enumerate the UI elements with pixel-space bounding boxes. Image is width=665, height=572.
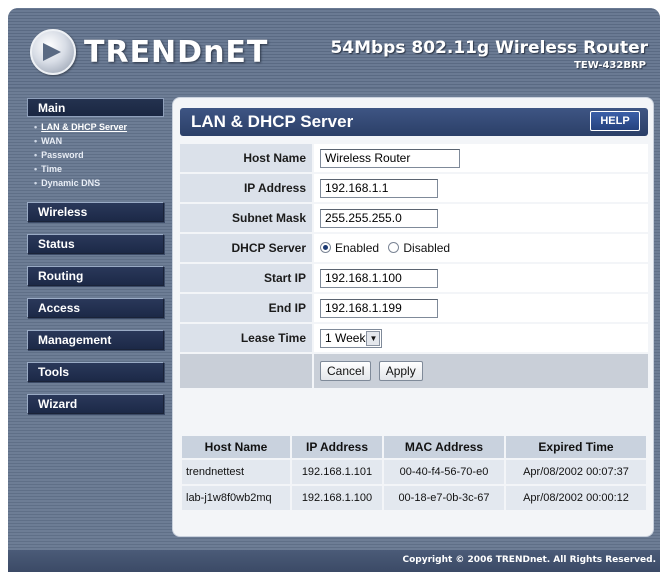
end-ip-label: End IP	[180, 294, 314, 322]
dhcp-lease-table: Host Name IP Address MAC Address Expired…	[180, 434, 648, 512]
column-expired-time: Expired Time	[506, 436, 646, 458]
dropdown-arrow-icon[interactable]: ▼	[366, 330, 381, 346]
actions-cell: Cancel Apply	[314, 354, 648, 388]
nav-management[interactable]: Management	[27, 330, 164, 350]
nav-status[interactable]: Status	[27, 234, 164, 254]
dhcp-server-label: DHCP Server	[180, 234, 314, 262]
content-panel: LAN & DHCP Server HELP Host Name IP Addr…	[172, 97, 654, 537]
lease-ip-address: 192.168.1.101	[292, 460, 382, 484]
lease-time-label: Lease Time	[180, 324, 314, 352]
lease-expired-time: Apr/08/2002 00:00:12	[506, 486, 646, 510]
header-banner: TRENDnET 54Mbps 802.11g Wireless Router …	[8, 8, 660, 88]
lease-mac-address: 00-18-e7-0b-3c-67	[384, 486, 504, 510]
start-ip-label: Start IP	[180, 264, 314, 292]
panel-header: LAN & DHCP Server HELP	[180, 108, 648, 136]
main-submenu: • LAN & DHCP Server • WAN • Password • Time …	[27, 117, 164, 202]
end-ip-input[interactable]	[320, 298, 438, 318]
trendnet-logo-icon	[30, 29, 76, 75]
nav-wizard[interactable]: Wizard	[27, 394, 164, 414]
lease-host-name: trendnettest	[182, 460, 290, 484]
nav-tools[interactable]: Tools	[27, 362, 164, 382]
dhcp-disabled-label: Disabled	[403, 241, 451, 255]
form-row-dhcp-server: DHCP Server Enabled Disabled	[180, 234, 648, 262]
lease-expired-time: Apr/08/2002 00:07:37	[506, 460, 646, 484]
host-name-label: Host Name	[180, 144, 314, 172]
lease-time-value: 1 Week	[325, 331, 366, 345]
dhcp-enabled-radio[interactable]	[320, 242, 331, 253]
product-title: 54Mbps 802.11g Wireless Router	[330, 38, 648, 58]
column-mac-address: MAC Address	[384, 436, 504, 458]
lease-mac-address: 00-40-f4-56-70-e0	[384, 460, 504, 484]
nav-main[interactable]: Main	[27, 98, 164, 117]
bullet-icon: •	[34, 150, 38, 160]
help-button[interactable]: HELP	[590, 111, 640, 131]
dhcp-server-cell: Enabled Disabled	[314, 234, 648, 262]
dhcp-disabled-radio[interactable]	[388, 242, 400, 253]
form-row-lease-time: Lease Time 1 Week ▼	[180, 324, 648, 352]
submenu-wan[interactable]: • WAN	[34, 134, 164, 148]
lan-dhcp-form: Host Name IP Address Subnet Mask DHCP Se…	[180, 142, 648, 390]
ip-address-label: IP Address	[180, 174, 314, 202]
lease-table-header: Host Name IP Address MAC Address Expired…	[182, 436, 646, 458]
model-number: TEW-432BRP	[574, 60, 646, 71]
nav-routing[interactable]: Routing	[27, 266, 164, 286]
submenu-time[interactable]: • Time	[34, 162, 164, 176]
bullet-icon: •	[34, 178, 38, 188]
column-ip-address: IP Address	[292, 436, 382, 458]
sidebar: Main • LAN & DHCP Server • WAN • Password •…	[27, 98, 164, 426]
actions-spacer	[180, 354, 314, 388]
lease-time-cell: 1 Week ▼	[314, 324, 648, 352]
form-row-subnet-mask: Subnet Mask	[180, 204, 648, 232]
column-host-name: Host Name	[182, 436, 290, 458]
bullet-icon: •	[34, 122, 38, 132]
ip-address-input[interactable]	[320, 178, 438, 198]
start-ip-cell	[314, 264, 648, 292]
lease-ip-address: 192.168.1.100	[292, 486, 382, 510]
nav-access[interactable]: Access	[27, 298, 164, 318]
router-frame: TRENDnET 54Mbps 802.11g Wireless Router …	[8, 8, 660, 572]
form-actions-row: Cancel Apply	[180, 354, 648, 388]
start-ip-input[interactable]	[320, 268, 438, 288]
host-name-cell	[314, 144, 648, 172]
nav-wireless[interactable]: Wireless	[27, 202, 164, 222]
submenu-password[interactable]: • Password	[34, 148, 164, 162]
host-name-input[interactable]	[320, 148, 460, 168]
copyright-text: Copyright © 2006 TRENDnet. All Rights Re…	[402, 555, 657, 565]
table-row: trendnettest 192.168.1.101 00-40-f4-56-7…	[182, 460, 646, 484]
subnet-mask-label: Subnet Mask	[180, 204, 314, 232]
cancel-button[interactable]: Cancel	[320, 361, 372, 381]
ip-address-cell	[314, 174, 648, 202]
end-ip-cell	[314, 294, 648, 322]
subnet-mask-cell	[314, 204, 648, 232]
submenu-dynamic-dns[interactable]: • Dynamic DNS	[34, 176, 164, 190]
logo-text: TRENDnET	[84, 34, 269, 70]
apply-button[interactable]: Apply	[378, 361, 423, 381]
dhcp-enabled-label: Enabled	[335, 241, 380, 255]
table-row: lab-j1w8f0wb2mq 192.168.1.100 00-18-e7-0…	[182, 486, 646, 510]
submenu-lan-dhcp-server[interactable]: • LAN & DHCP Server	[34, 120, 164, 134]
form-row-start-ip: Start IP	[180, 264, 648, 292]
lease-host-name: lab-j1w8f0wb2mq	[182, 486, 290, 510]
form-row-host-name: Host Name	[180, 144, 648, 172]
bullet-icon: •	[34, 164, 38, 174]
page-title: LAN & DHCP Server	[191, 112, 354, 131]
subnet-mask-input[interactable]	[320, 208, 438, 228]
form-row-end-ip: End IP	[180, 294, 648, 322]
trendnet-logo: TRENDnET	[30, 29, 268, 75]
form-row-ip-address: IP Address	[180, 174, 648, 202]
footer-bar: Copyright © 2006 TRENDnet. All Rights Re…	[8, 550, 660, 572]
lease-time-select[interactable]: 1 Week ▼	[320, 328, 383, 348]
bullet-icon: •	[34, 136, 38, 146]
